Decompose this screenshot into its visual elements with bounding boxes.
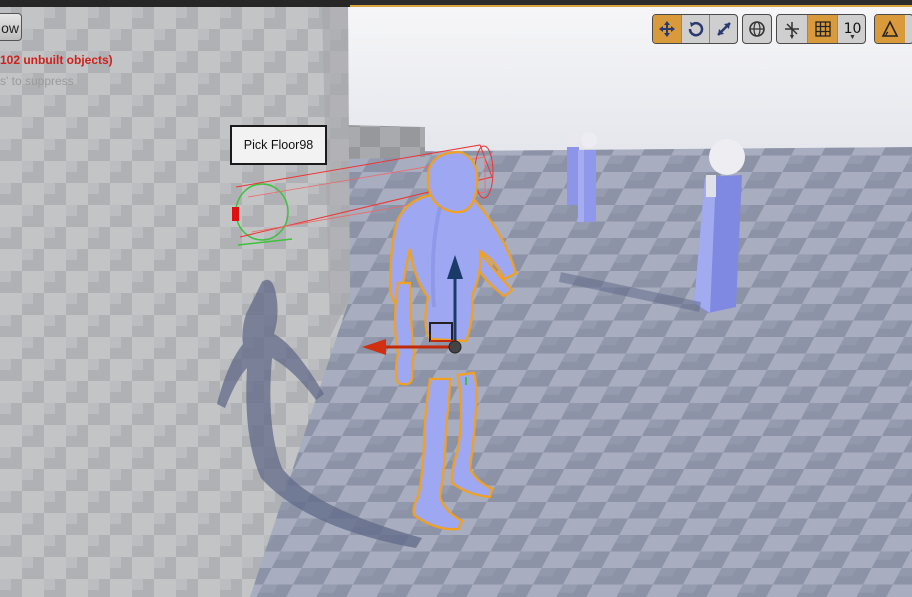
surface-snapping-button[interactable]: ▼	[777, 15, 807, 43]
show-menu-button[interactable]: ow	[0, 13, 22, 41]
translate-move-icon	[659, 21, 675, 37]
pillar-distant-1[interactable]	[566, 130, 580, 205]
angle-snap-group	[874, 14, 912, 44]
snapping-group: ▼ 10 ▼	[776, 14, 866, 44]
rotate-icon	[688, 22, 703, 37]
surface-snapping-caret-icon: ▼	[788, 34, 796, 41]
grid-snap-icon	[814, 21, 831, 37]
editor-top-bar	[0, 0, 912, 7]
grid-size-caret-icon: ▼	[849, 34, 856, 41]
coordinate-space-group	[742, 14, 772, 44]
translate-mode-button[interactable]	[653, 15, 681, 43]
actor-pick-tooltip: Pick Floor98	[230, 125, 327, 165]
show-menu-label: ow	[1, 20, 19, 36]
world-space-globe-icon	[749, 21, 765, 37]
active-tab-accent	[350, 0, 912, 7]
lighting-warning-text: 102 unbuilt objects)	[0, 53, 113, 67]
transform-mode-group	[652, 14, 738, 44]
back-wall[interactable]	[345, 125, 425, 159]
grid-size-dropdown[interactable]: 10 ▼	[837, 15, 865, 43]
tooltip-label: Pick Floor98	[243, 138, 314, 152]
angle-snap-button[interactable]	[875, 15, 905, 43]
angle-snap-icon	[881, 20, 899, 37]
level-viewport[interactable]	[0, 7, 912, 597]
suppress-hint-text: s' to suppress	[0, 74, 74, 88]
rotate-mode-button[interactable]	[681, 15, 709, 43]
grid-snap-button[interactable]	[807, 15, 837, 43]
world-space-button[interactable]	[743, 15, 771, 43]
scale-mode-button[interactable]	[709, 15, 737, 43]
scale-icon	[716, 22, 731, 36]
